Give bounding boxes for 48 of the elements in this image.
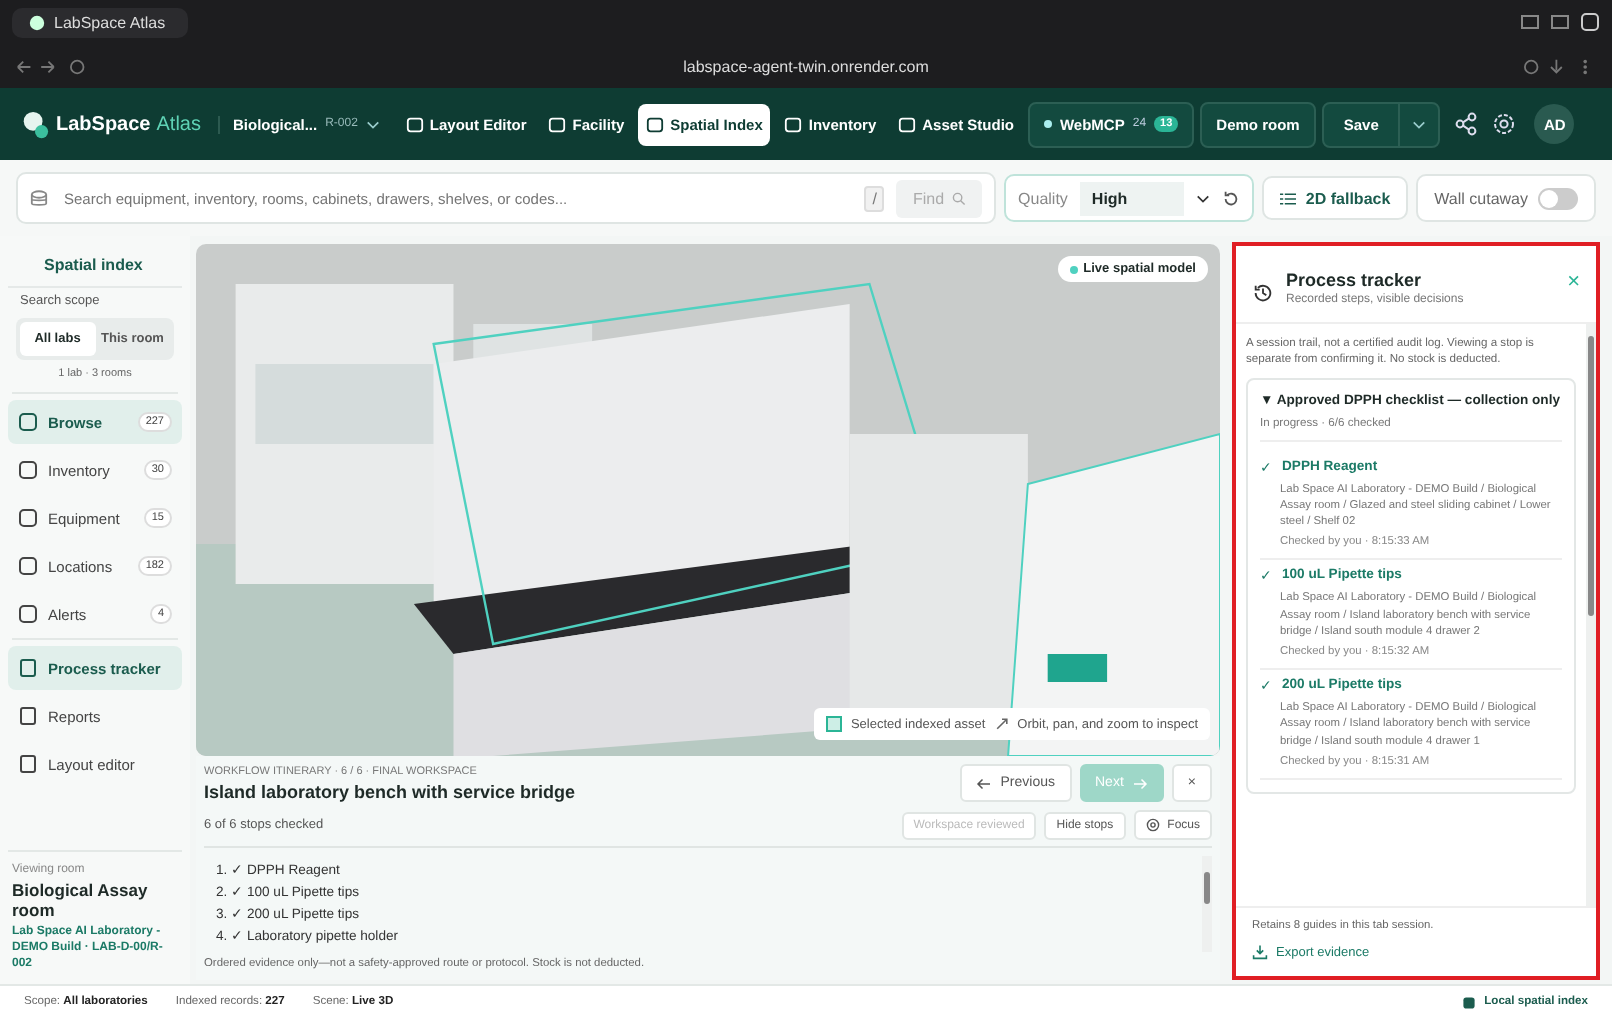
window-controls-icon[interactable] <box>1520 12 1600 32</box>
scrollbar[interactable] <box>1586 324 1596 906</box>
tool-icon <box>18 706 38 726</box>
room-name: Biological Assay room <box>12 879 150 920</box>
navigation-arrows-icon[interactable] <box>16 57 88 75</box>
sidebar-title: Spatial index <box>42 254 145 278</box>
brand-accent: Atlas <box>156 113 201 135</box>
wall-cutaway-toggle[interactable] <box>1538 187 1578 209</box>
caret-icon <box>365 119 380 129</box>
nav-icon <box>18 412 38 432</box>
selected-swatch <box>826 716 843 732</box>
nav-icon <box>18 556 38 576</box>
caret-icon <box>1195 193 1210 203</box>
panel-title: Process tracker <box>1286 270 1424 290</box>
arrow-right-icon <box>1131 777 1148 789</box>
browser-tab[interactable]: LabSpace Atlas <box>12 7 188 37</box>
download-icon <box>1252 944 1268 960</box>
nav-icon <box>18 604 38 624</box>
logo-icon <box>20 109 50 139</box>
tool-icon <box>18 754 38 774</box>
database-icon <box>1462 995 1477 1009</box>
address-bar[interactable]: labspace-agent-twin.onrender.com <box>683 57 929 75</box>
nav-icon <box>405 115 424 133</box>
pin-icon <box>1145 818 1160 832</box>
nav-icon <box>784 115 803 133</box>
nav-icon <box>548 115 567 133</box>
settings-icon[interactable] <box>1492 112 1517 136</box>
fallback-button[interactable]: 2D fallback <box>1261 176 1409 220</box>
caret-icon <box>1412 119 1427 129</box>
arrow-left-icon <box>976 777 993 789</box>
share-icon[interactable] <box>1454 112 1479 136</box>
search-icon <box>952 191 967 205</box>
orbit-icon <box>993 716 1010 732</box>
nav-icon <box>18 460 38 480</box>
nav-icon <box>18 508 38 528</box>
nav-icon <box>646 115 665 133</box>
brand-name: LabSpace <box>56 113 151 135</box>
nav-icon <box>898 115 917 133</box>
quality-select[interactable]: Quality High <box>1004 174 1254 222</box>
scrollbar[interactable] <box>1202 856 1212 952</box>
list-icon <box>1279 191 1296 205</box>
tool-icon <box>18 658 38 678</box>
shortcut-key: / <box>864 185 885 211</box>
reset-icon[interactable] <box>1221 189 1240 207</box>
wall-cutaway-label: Wall cutaway <box>1434 189 1528 207</box>
workflow-title: Island laboratory bench with service bridge <box>204 781 578 801</box>
database-icon <box>30 189 48 207</box>
history-icon <box>1252 282 1274 304</box>
